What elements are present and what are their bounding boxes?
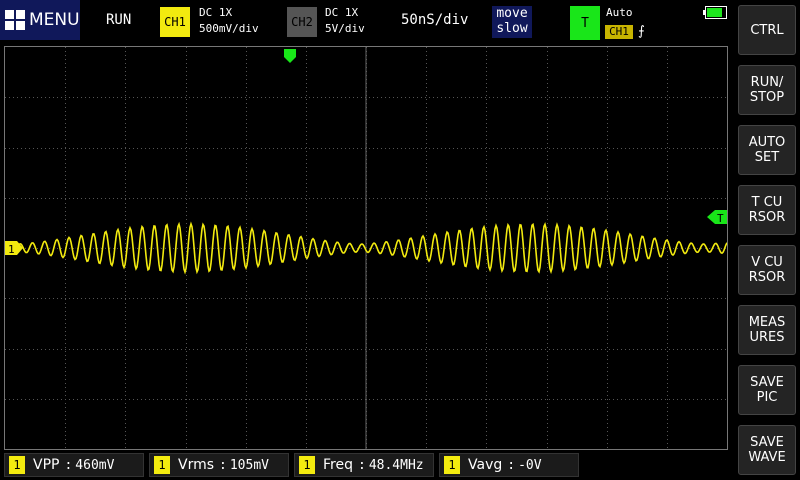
measures-button[interactable]: MEAS URES [738,305,796,355]
grid-icon [5,10,25,30]
ctrl-button[interactable]: CTRL [738,5,796,55]
trigger-position-marker[interactable] [284,49,296,63]
waveform-canvas: 1 T [5,47,727,449]
separator: : [219,457,227,473]
measurement-label: Freq [323,457,353,473]
save-wave-button[interactable]: SAVE WAVE [738,425,796,475]
separator: : [357,457,366,473]
move-label: move [496,6,528,21]
measurement-vpp[interactable]: 1 VPP : 460mV [4,453,144,477]
run-stop-button[interactable]: RUN/ STOP [738,65,796,115]
measurement-label: Vrms [178,457,215,473]
channel-badge: 1 [9,456,25,474]
ch1-scale: 500mV/div [199,22,259,35]
trigger-level-marker[interactable]: T [707,210,727,225]
menu-button[interactable]: MENU [0,0,80,40]
measurement-value: 460mV [75,457,115,473]
menu-label: MENU [29,10,80,30]
auto-set-button[interactable]: AUTO SET [738,125,796,175]
speed-label: slow [496,21,528,36]
timebase[interactable]: 50nS/div [401,12,468,28]
trigger-level-label: T [717,212,724,225]
rising-edge-icon[interactable]: ⨍ [638,24,645,39]
run-state: RUN [106,12,132,28]
measurement-freq[interactable]: 1 Freq : 48.4MHz [294,453,434,477]
ch2-coupling: DC 1X [325,6,359,19]
channel-badge: 1 [299,456,315,474]
save-picture-button[interactable]: SAVE PIC [738,365,796,415]
channel-badge: 1 [444,456,460,474]
separator: : [64,457,73,473]
channel-badge: 1 [154,456,170,474]
trigger-mode[interactable]: Auto [606,6,633,19]
ch2-badge[interactable]: CH2 [287,7,317,37]
voltage-cursor-button[interactable]: V CU RSOR [738,245,796,295]
measurement-value: 105mV [229,457,269,473]
waveform-display[interactable]: 1 T [4,46,728,450]
measurement-vavg[interactable]: 1 Vavg : -0V [439,453,579,477]
measurement-value: -0V [518,457,542,473]
battery-icon [703,6,727,19]
ch2-settings[interactable]: DC 1X 5V/div [325,5,365,37]
ch1-marker-label: 1 [8,243,15,256]
battery-level [707,8,722,17]
ch2-scale: 5V/div [325,22,365,35]
ch1-coupling: DC 1X [199,6,233,19]
separator: : [507,457,516,473]
trigger-source[interactable]: CH1 [605,25,633,39]
ch1-badge[interactable]: CH1 [160,7,190,37]
measurement-vrms[interactable]: 1 Vrms : 105mV [149,453,289,477]
measurement-label: Vavg [468,457,503,473]
measurement-value: 48.4MHz [368,457,424,473]
measurement-label: VPP [33,457,60,473]
trigger-badge[interactable]: T [570,6,600,40]
time-cursor-button[interactable]: T CU RSOR [738,185,796,235]
move-speed-button[interactable]: move slow [492,6,532,38]
ch1-settings[interactable]: DC 1X 500mV/div [199,5,259,37]
